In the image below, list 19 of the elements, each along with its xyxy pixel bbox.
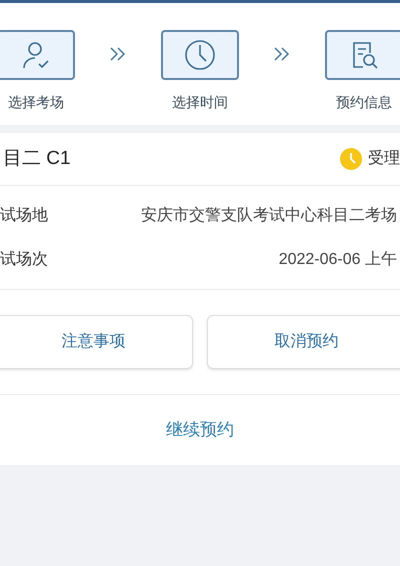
step-label: 选择时间: [172, 93, 228, 112]
step-button[interactable]: [161, 30, 239, 80]
action-button[interactable]: 取消预约: [207, 315, 400, 369]
clock-icon: [184, 39, 216, 71]
step-button[interactable]: [325, 30, 400, 80]
double-chevron-icon: [273, 46, 291, 62]
person-check-icon: [21, 40, 51, 70]
row-label: 试场地: [0, 206, 48, 226]
step-label: 选择考场: [8, 93, 64, 112]
action-button[interactable]: 注意事项: [0, 315, 193, 369]
step-button[interactable]: [0, 30, 75, 80]
row-label: 试场次: [0, 250, 48, 270]
status-text: 受理: [368, 148, 400, 169]
clock-icon: [340, 148, 362, 170]
row-value: 安庆市交警支队考试中心科目二考场: [141, 206, 398, 226]
double-chevron-icon: [109, 46, 127, 62]
row-value: 2022-06-06 上午: [278, 250, 398, 270]
step-label: 预约信息: [336, 93, 392, 112]
exam-title: 目二 C1: [3, 146, 71, 171]
